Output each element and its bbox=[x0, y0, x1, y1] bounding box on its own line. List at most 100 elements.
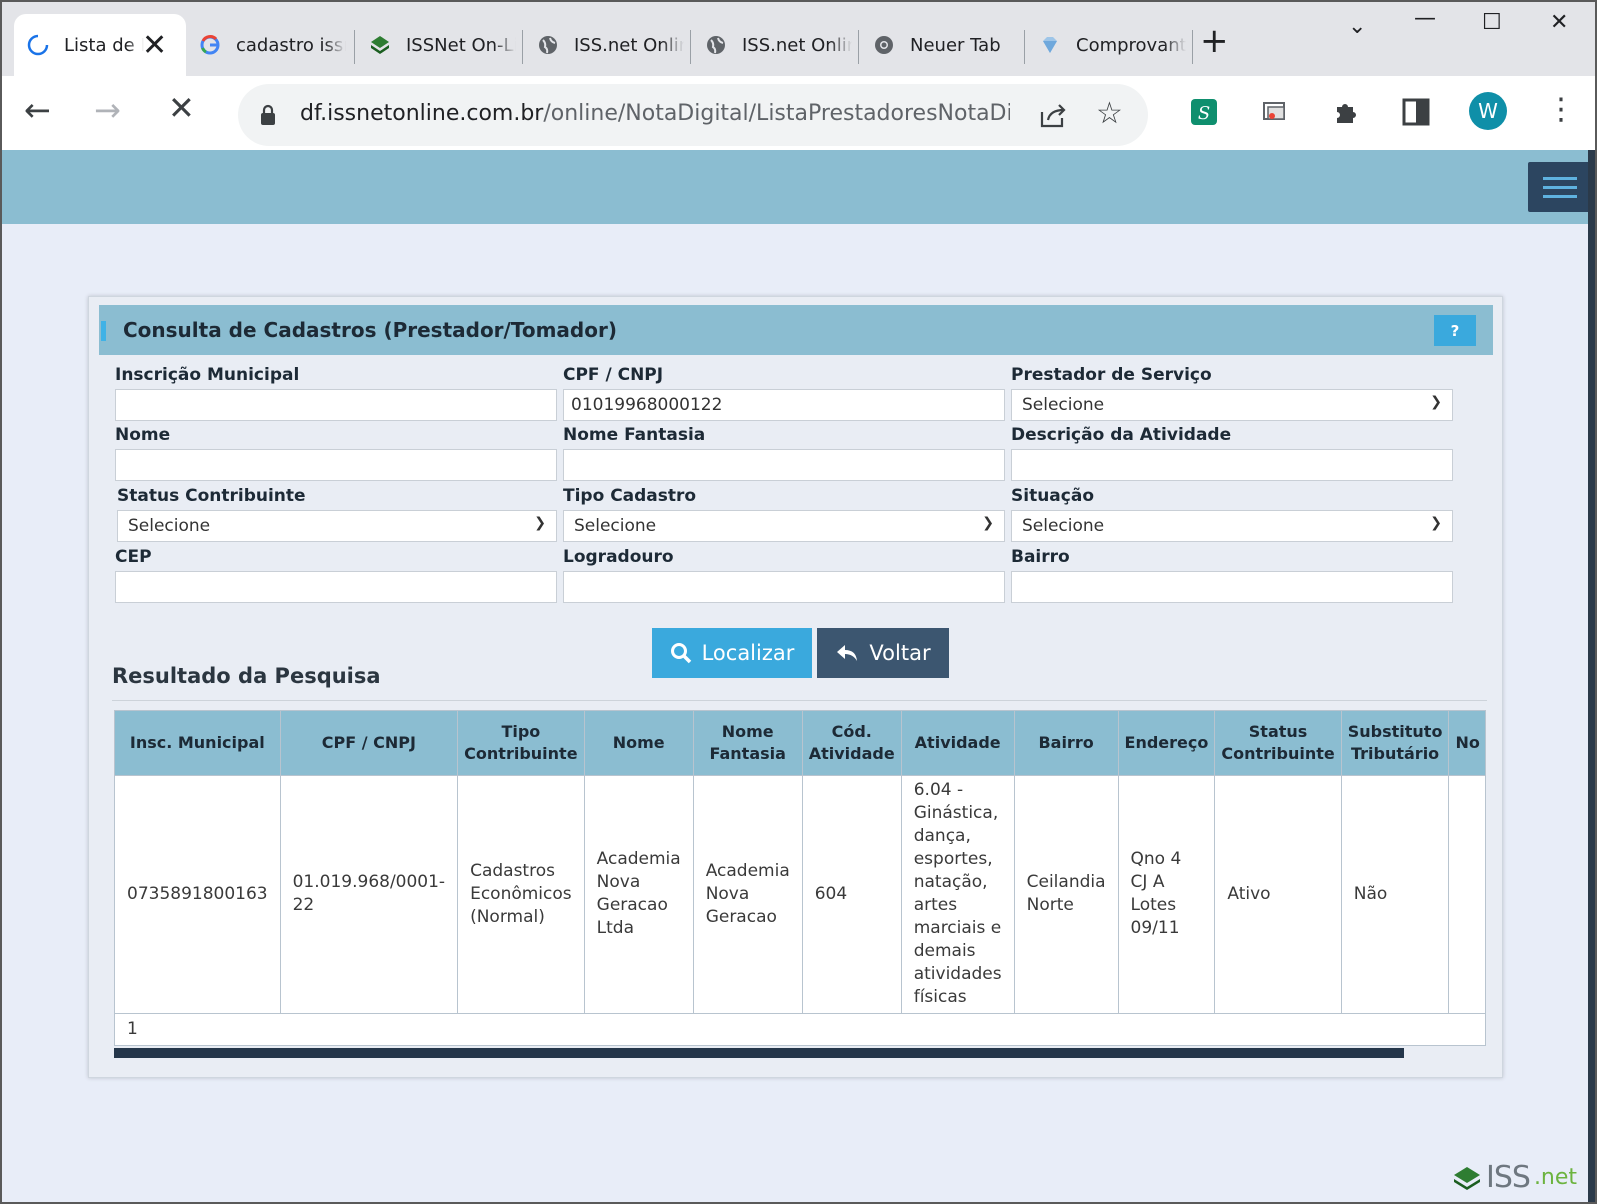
extension-s-icon[interactable]: S bbox=[1186, 94, 1222, 130]
close-window-icon[interactable]: ✕ bbox=[1550, 10, 1568, 35]
profile-avatar[interactable]: W bbox=[1469, 92, 1507, 130]
voltar-button[interactable]: Voltar bbox=[817, 628, 949, 678]
back-icon[interactable]: ← bbox=[24, 94, 51, 126]
page-vertical-scrollbar[interactable] bbox=[1588, 150, 1595, 1202]
nome-fantasia-label: Nome Fantasia bbox=[563, 425, 706, 445]
inscricao-input[interactable] bbox=[115, 389, 557, 421]
search-icon bbox=[670, 643, 691, 664]
logo-net-text: .net bbox=[1533, 1165, 1578, 1190]
cell-nome: Academia Nova Geracao Ltda bbox=[584, 774, 694, 1013]
tab-label: cadastro issnet bbox=[236, 34, 346, 56]
globe-icon bbox=[536, 33, 560, 57]
col-tipo-contribuinte[interactable]: Tipo Contribuinte bbox=[457, 711, 585, 775]
cell-no bbox=[1448, 774, 1485, 1013]
browser-window: Lista de Prestadores ✕ cadastro issnet I… bbox=[2, 2, 1595, 1202]
tipo-select-value: Selecione bbox=[574, 516, 657, 536]
scrollbar-thumb[interactable] bbox=[114, 1048, 1404, 1058]
cep-input[interactable] bbox=[115, 571, 557, 603]
col-endereco[interactable]: Endereço bbox=[1118, 711, 1216, 775]
col-no[interactable]: No bbox=[1448, 711, 1485, 775]
issnet-icon bbox=[368, 33, 392, 57]
share-icon[interactable] bbox=[1038, 100, 1068, 134]
help-button[interactable]: ? bbox=[1434, 315, 1476, 346]
table-horizontal-scrollbar[interactable] bbox=[114, 1048, 1486, 1058]
browser-menu-icon[interactable]: ⋮ bbox=[1546, 92, 1576, 127]
cell-bairro: Ceilandia Norte bbox=[1014, 774, 1119, 1013]
col-bairro[interactable]: Bairro bbox=[1014, 711, 1119, 775]
nome-fantasia-input[interactable] bbox=[563, 449, 1005, 481]
situacao-select[interactable]: Selecione ❯ bbox=[1011, 510, 1453, 542]
cell-status-contribuinte: Ativo bbox=[1214, 774, 1342, 1013]
tab-label: ISS.net Online bbox=[574, 34, 684, 56]
new-tab-button[interactable]: + bbox=[1200, 24, 1229, 58]
extensions-puzzle-icon[interactable] bbox=[1328, 94, 1364, 130]
svg-text:S: S bbox=[1198, 103, 1210, 124]
col-substituto-tributario[interactable]: Substituto Tributário bbox=[1341, 711, 1450, 775]
prestador-select-value: Selecione bbox=[1022, 395, 1105, 415]
cpf-label: CPF / CNPJ bbox=[563, 365, 664, 385]
col-atividade[interactable]: Atividade bbox=[901, 711, 1015, 775]
chevron-down-icon: ❯ bbox=[1430, 515, 1442, 531]
tab-label: ISSNet On-Line bbox=[406, 34, 516, 56]
tab-comprovante[interactable]: Comprovante bbox=[1026, 16, 1196, 74]
address-bar[interactable]: df.issnetonline.com.br/online/NotaDigita… bbox=[238, 84, 1148, 146]
localizar-button[interactable]: Localizar bbox=[652, 628, 812, 678]
col-insc-municipal[interactable]: Insc. Municipal bbox=[115, 711, 281, 775]
logradouro-input[interactable] bbox=[563, 571, 1005, 603]
maximize-icon[interactable]: ☐ bbox=[1482, 10, 1502, 35]
hamburger-menu-icon[interactable] bbox=[1528, 162, 1588, 212]
tab-issnet-online-1[interactable]: ISSNet On-Line bbox=[356, 16, 526, 74]
status-select[interactable]: Selecione ❯ bbox=[117, 510, 557, 542]
results-table-container[interactable]: Insc. Municipal CPF / CNPJ Tipo Contribu… bbox=[114, 710, 1486, 1046]
tab-issnet-online-2[interactable]: ISS.net Online bbox=[524, 16, 694, 74]
extension-cast-icon[interactable] bbox=[1256, 94, 1292, 130]
tab-label: Neuer Tab bbox=[910, 34, 1001, 56]
tipo-cadastro-select[interactable]: Selecione ❯ bbox=[563, 510, 1005, 542]
col-nome[interactable]: Nome bbox=[584, 711, 694, 775]
tipo-cadastro-label: Tipo Cadastro bbox=[563, 486, 697, 506]
issnet-logo-icon bbox=[1454, 1166, 1480, 1190]
logradouro-label: Logradouro bbox=[563, 547, 674, 567]
tab-label: Lista de Prestadores bbox=[64, 34, 144, 56]
close-tab-icon[interactable]: ✕ bbox=[142, 28, 167, 63]
cell-nome-fantasia: Academia Nova Geracao bbox=[693, 774, 803, 1013]
chevron-down-icon: ❯ bbox=[982, 515, 994, 531]
tab-issnet-online-3[interactable]: ISS.net Online bbox=[692, 16, 862, 74]
side-panel-icon[interactable] bbox=[1398, 94, 1434, 130]
cpf-cnpj-input[interactable] bbox=[563, 389, 1005, 421]
situacao-select-value: Selecione bbox=[1022, 516, 1105, 536]
tab-cadastro-issnet[interactable]: cadastro issnet bbox=[186, 16, 356, 74]
tab-neuer-tab[interactable]: Neuer Tab bbox=[860, 16, 1030, 74]
loading-spinner-icon bbox=[26, 33, 50, 57]
stop-loading-icon[interactable]: ✕ bbox=[168, 92, 195, 124]
col-cod-atividade[interactable]: Cód. Atividade bbox=[802, 711, 902, 775]
col-cpf-cnpj[interactable]: CPF / CNPJ bbox=[280, 711, 459, 775]
pager-row: 1 bbox=[115, 1012, 1485, 1045]
cell-tipo-contribuinte: Cadastros Econômicos (Normal) bbox=[457, 774, 585, 1013]
bookmark-star-icon[interactable]: ☆ bbox=[1096, 96, 1123, 131]
chevron-down-icon: ❯ bbox=[1430, 394, 1442, 410]
prestador-select[interactable]: Selecione ❯ bbox=[1011, 389, 1453, 421]
chrome-icon bbox=[872, 33, 896, 57]
logo-iss-text: ISS bbox=[1486, 1160, 1531, 1195]
lock-icon bbox=[260, 104, 276, 130]
col-status-contribuinte[interactable]: Status Contribuinte bbox=[1214, 711, 1342, 775]
page-number-1[interactable]: 1 bbox=[115, 1012, 1485, 1045]
nome-label: Nome bbox=[115, 425, 171, 445]
reply-arrow-icon bbox=[837, 645, 858, 661]
minimize-icon[interactable]: — bbox=[1414, 6, 1436, 31]
panel-header: Consulta de Cadastros (Prestador/Tomador… bbox=[99, 305, 1493, 355]
nome-input[interactable] bbox=[115, 449, 557, 481]
status-label: Status Contribuinte bbox=[117, 486, 306, 506]
bairro-input[interactable] bbox=[1011, 571, 1453, 603]
prestador-label: Prestador de Serviço bbox=[1011, 365, 1212, 385]
forward-icon[interactable]: → bbox=[94, 94, 121, 126]
table-header-row: Insc. Municipal CPF / CNPJ Tipo Contribu… bbox=[115, 711, 1485, 775]
browser-toolbar: ← → ✕ df.issnetonline.com.br/online/Nota… bbox=[2, 76, 1595, 150]
table-row[interactable]: 0735891800163 01.019.968/0001-22 Cadastr… bbox=[115, 774, 1485, 1013]
chevron-down-icon: ❯ bbox=[534, 515, 546, 531]
tab-label: Comprovante bbox=[1076, 34, 1186, 56]
col-nome-fantasia[interactable]: Nome Fantasia bbox=[693, 711, 803, 775]
tab-search-icon[interactable]: ⌄ bbox=[1348, 14, 1366, 39]
descricao-input[interactable] bbox=[1011, 449, 1453, 481]
